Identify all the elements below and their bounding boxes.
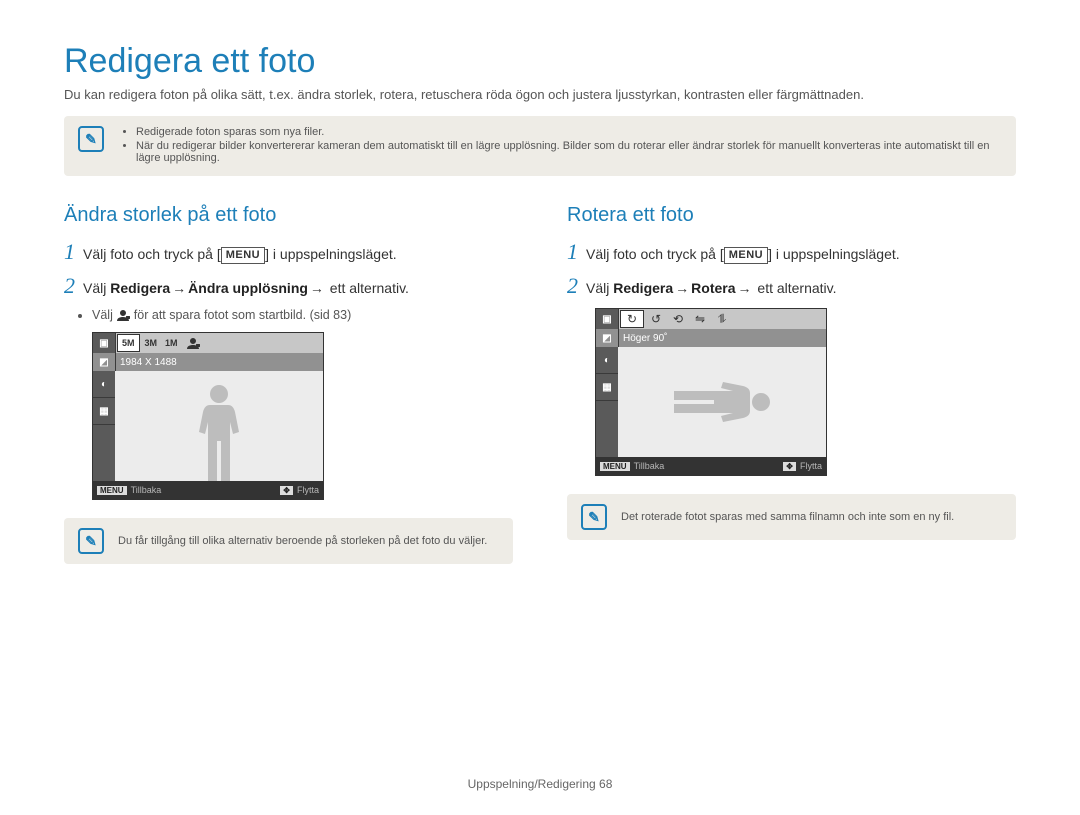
step-number: 2 [567, 275, 578, 297]
lcd-size-chip: 3M [141, 333, 162, 353]
step-text: Välj foto och tryck på [ [586, 246, 724, 262]
step-1: 1 Välj foto och tryck på [MENU] i uppspe… [64, 241, 513, 265]
step-bold: Ändra upplösning [188, 280, 308, 296]
lcd-label-move: Flytta [297, 485, 319, 495]
arrow-icon: → [736, 280, 754, 296]
lcd-side-icon: ◐ [596, 347, 619, 374]
nav-icon: ✥ [783, 462, 796, 471]
step-2: 2 Välj Redigera→Rotera→ ett alternativ. [567, 275, 1016, 299]
rotate-note: ✎ Det roterade fotot sparas med samma fi… [567, 494, 1016, 540]
arrow-icon: → [308, 280, 326, 296]
note-text: Du får tillgång till olika alternativ be… [118, 535, 487, 547]
lcd-label-move: Flytta [800, 461, 822, 471]
lcd-side-icon: ◐ [93, 371, 116, 398]
step-number: 2 [64, 275, 75, 297]
page-footer: Uppspelning/Redigering 68 [0, 777, 1080, 791]
section-heading: Rotera ett foto [567, 204, 1016, 227]
silhouette-upright [196, 385, 242, 481]
lcd-start-icon [182, 333, 204, 353]
arrow-icon: → [170, 280, 188, 296]
lcd-label-back: Tillbaka [131, 485, 162, 495]
startup-image-icon [116, 309, 130, 321]
lcd-label-back: Tillbaka [634, 461, 665, 471]
top-note-bullets: Redigerade foton sparas som nya filer. N… [118, 126, 1002, 166]
page-subtitle: Du kan redigera foton på olika sätt, t.e… [64, 87, 1016, 102]
resize-note: ✎ Du får tillgång till olika alternativ … [64, 518, 513, 564]
lcd-side-icon: ▦ [93, 398, 116, 425]
note-icon: ✎ [78, 528, 104, 554]
step-text: Välj foto och tryck på [ [83, 246, 221, 262]
arrow-icon: → [673, 280, 691, 296]
sub-bullet: Välj för att spara fotot som startbild. … [92, 308, 513, 322]
step-bold: Rotera [691, 280, 735, 296]
menu-key: MENU [221, 247, 265, 264]
menu-key: MENU [724, 247, 768, 264]
subtext: för att spara fotot som startbild. (sid … [130, 308, 351, 322]
note-icon: ✎ [78, 126, 104, 152]
page-title: Redigera ett foto [64, 42, 1016, 81]
lcd-mock-resize: ▣ 5M 3M 1M ◩ 1984 X 1488 [92, 332, 324, 500]
rotate-180-icon: ⟲ [667, 309, 689, 329]
flip-vertical-icon: ⥮ [711, 309, 733, 329]
lcd-key-menu: MENU [600, 462, 630, 471]
section-heading: Ändra storlek på ett foto [64, 204, 513, 227]
step-text: Välj [586, 280, 613, 296]
lcd-size-chip: 5M [117, 334, 140, 352]
lcd-size-chip: 1M [161, 333, 182, 353]
nav-icon: ✥ [280, 486, 293, 495]
step-text: ] i uppspelningsläget. [265, 246, 397, 262]
step-number: 1 [567, 241, 578, 263]
step-text: ett alternativ. [754, 280, 837, 296]
step-text: ] i uppspelningsläget. [768, 246, 900, 262]
flip-horizontal-icon: ⇋ [689, 309, 711, 329]
lcd-rotation-label: Höger 90˚ [619, 329, 667, 347]
lcd-tab-icon: ▣ [93, 333, 116, 353]
top-note-bullet: Redigerade foton sparas som nya filer. [136, 126, 1002, 138]
silhouette-rotated [674, 379, 770, 425]
resize-section: Ändra storlek på ett foto 1 Välj foto oc… [64, 204, 513, 592]
lcd-resolution-label: 1984 X 1488 [116, 353, 177, 371]
step-1: 1 Välj foto och tryck på [MENU] i uppspe… [567, 241, 1016, 265]
top-note: ✎ Redigerade foton sparas som nya filer.… [64, 116, 1016, 176]
lcd-side-icon: ▦ [596, 374, 619, 401]
step-number: 1 [64, 241, 75, 263]
rotate-right-icon: ↻ [620, 310, 644, 328]
rotate-left-icon: ↺ [645, 309, 667, 329]
lcd-tab-icon: ▣ [596, 309, 619, 329]
lcd-key-menu: MENU [97, 486, 127, 495]
rotate-section: Rotera ett foto 1 Välj foto och tryck på… [567, 204, 1016, 592]
note-icon: ✎ [581, 504, 607, 530]
top-note-bullet: När du redigerar bilder konvertererar ka… [136, 140, 1002, 164]
step-2: 2 Välj Redigera→Ändra upplösning→ ett al… [64, 275, 513, 299]
note-text: Det roterade fotot sparas med samma filn… [621, 511, 954, 523]
step-bold: Redigera [110, 280, 170, 296]
lcd-side-icon: ◩ [93, 353, 116, 371]
lcd-mock-rotate: ▣ ↻ ↺ ⟲ ⇋ ⥮ ◩ Höger 90˚ ◐ ▦ [595, 308, 827, 476]
step-text: Välj [83, 280, 110, 296]
subtext: Välj [92, 308, 116, 322]
step-bold: Redigera [613, 280, 673, 296]
lcd-side-icon: ◩ [596, 329, 619, 347]
step-text: ett alternativ. [326, 280, 409, 296]
